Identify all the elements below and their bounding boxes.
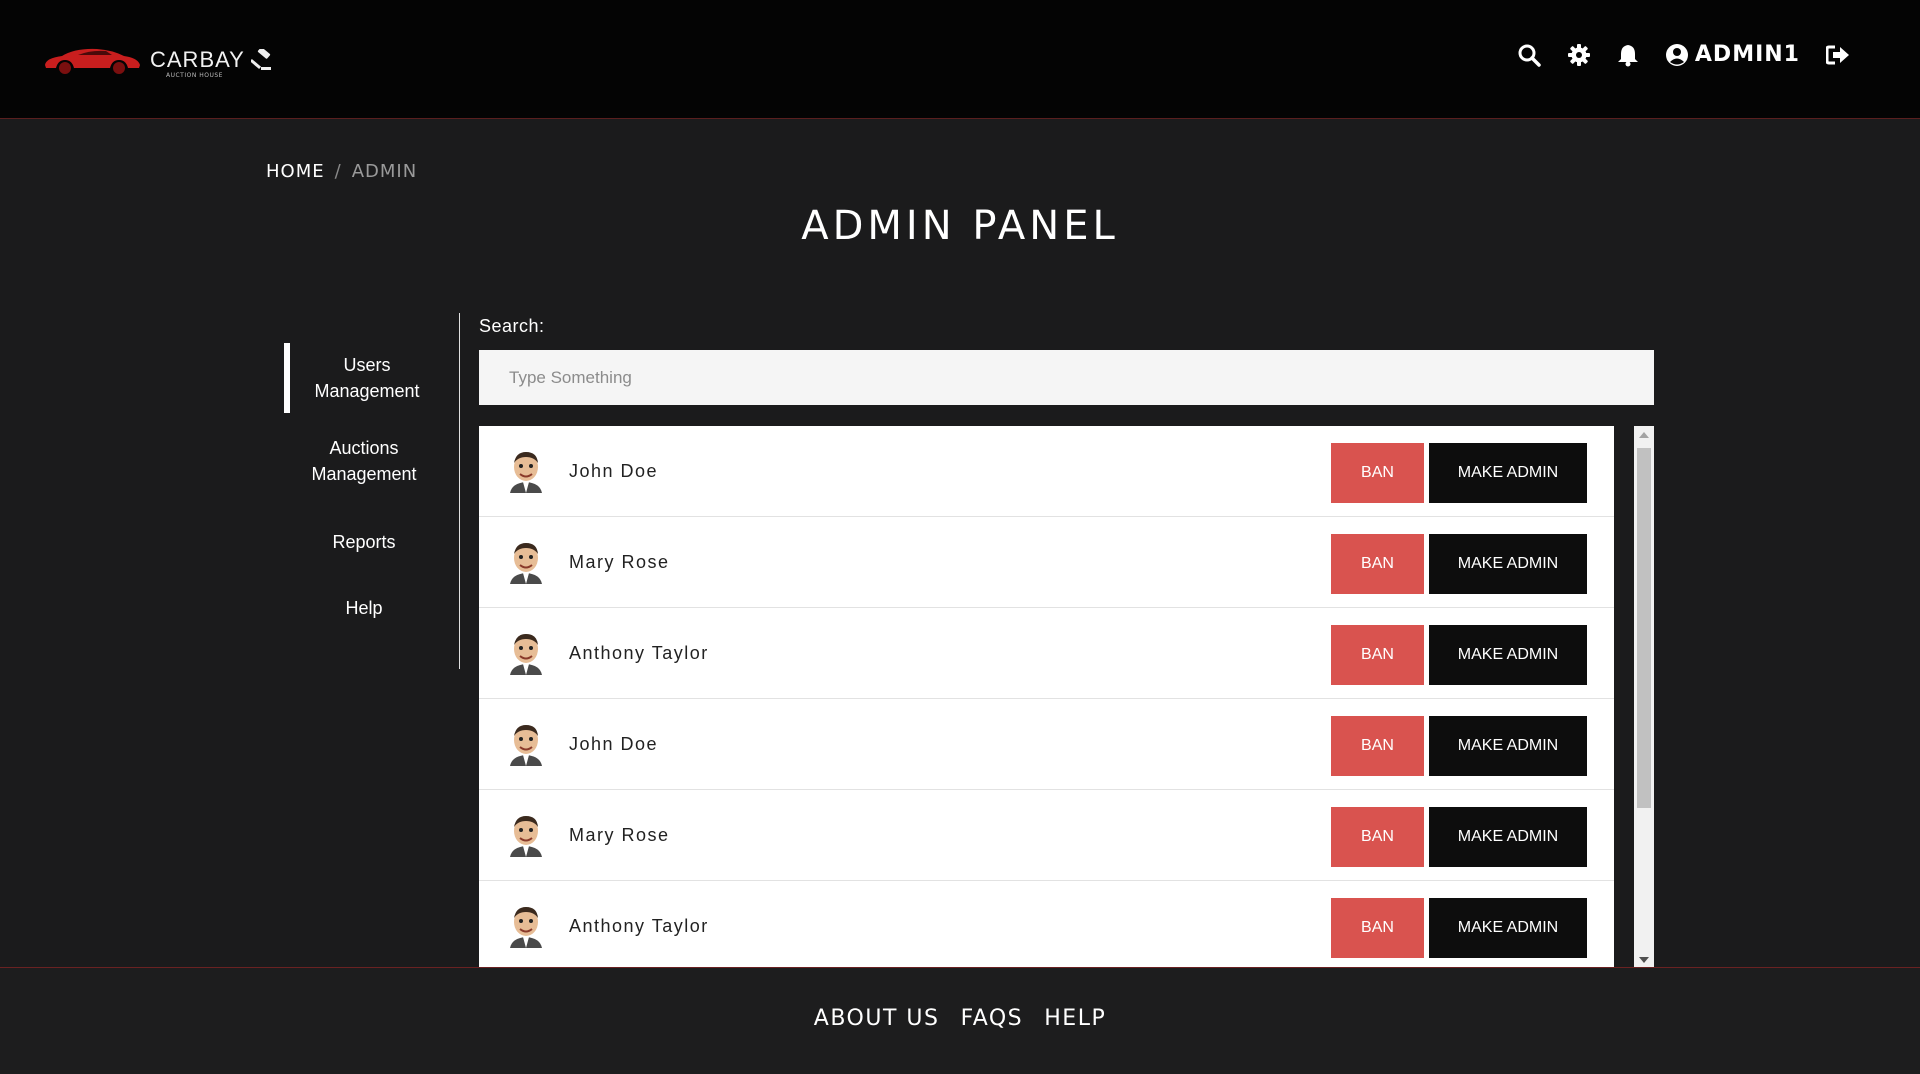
search-icon[interactable]	[1517, 43, 1541, 67]
ban-button[interactable]: BAN	[1331, 807, 1424, 867]
sidebar-item-users-management[interactable]: Users Management	[284, 343, 444, 413]
footer-link-faqs[interactable]: FAQS	[961, 1006, 1024, 1031]
brand-logo[interactable]: CARBAY AUCTION HOUSE	[42, 40, 273, 80]
user-name: John Doe	[569, 734, 659, 754]
user-name: John Doe	[569, 461, 659, 481]
user-row: Anthony Taylor BAN MAKE ADMIN	[479, 608, 1614, 699]
search-label: Search:	[479, 316, 545, 336]
brand-name: CARBAY	[150, 47, 245, 72]
footer-link-about-us[interactable]: ABOUT US	[814, 1006, 940, 1031]
sign-out-icon[interactable]	[1826, 44, 1850, 66]
avatar	[504, 813, 548, 857]
ban-button[interactable]: BAN	[1331, 625, 1424, 685]
ban-button[interactable]: BAN	[1331, 898, 1424, 958]
breadcrumb-separator: /	[334, 161, 342, 182]
avatar	[504, 449, 548, 493]
scroll-down-arrow-icon[interactable]	[1639, 957, 1649, 963]
make-admin-button[interactable]: MAKE ADMIN	[1429, 716, 1587, 776]
footer-link-help[interactable]: HELP	[1044, 1006, 1106, 1031]
brand-tagline: AUCTION HOUSE	[166, 72, 223, 79]
bell-icon[interactable]	[1617, 43, 1639, 67]
footer: ABOUT US FAQS HELP	[0, 967, 1920, 1074]
user-list: John Doe BAN MAKE ADMIN Mary Rose BAN MAKE A…	[479, 426, 1614, 967]
page-title: ADMIN PANEL	[801, 203, 1119, 249]
brand-wordmark: CARBAY AUCTION HOUSE	[150, 47, 245, 79]
user-row: Mary Rose BAN MAKE ADMIN	[479, 517, 1614, 608]
user-name: Mary Rose	[569, 825, 670, 845]
user-name: Anthony Taylor	[569, 916, 709, 936]
user-name: Anthony Taylor	[569, 643, 709, 663]
footer-links: ABOUT US FAQS HELP	[0, 1006, 1920, 1031]
avatar	[504, 722, 548, 766]
car-logo-icon	[45, 48, 140, 74]
gear-icon[interactable]	[1567, 43, 1591, 67]
user-row: Anthony Taylor BAN MAKE ADMIN	[479, 881, 1614, 967]
user-row: Mary Rose BAN MAKE ADMIN	[479, 790, 1614, 881]
ban-button[interactable]: BAN	[1331, 716, 1424, 776]
make-admin-button[interactable]: MAKE ADMIN	[1429, 898, 1587, 958]
username-label: ADMIN1	[1694, 42, 1800, 67]
make-admin-button[interactable]: MAKE ADMIN	[1429, 534, 1587, 594]
sidebar-item-reports[interactable]: Reports	[284, 529, 444, 555]
breadcrumb-current: ADMIN	[351, 161, 418, 182]
user-circle-icon	[1665, 43, 1688, 66]
user-list-scrollbar[interactable]	[1634, 426, 1654, 967]
scrollbar-thumb[interactable]	[1637, 448, 1651, 808]
sidebar-item-help[interactable]: Help	[284, 595, 444, 621]
breadcrumb-home[interactable]: HOME	[266, 161, 325, 182]
ban-button[interactable]: BAN	[1331, 443, 1424, 503]
sidebar-item-auctions-management[interactable]: Auctions Management	[284, 435, 444, 487]
ban-button[interactable]: BAN	[1331, 534, 1424, 594]
make-admin-button[interactable]: MAKE ADMIN	[1429, 625, 1587, 685]
top-navbar: CARBAY AUCTION HOUSE ADMIN1	[0, 0, 1920, 119]
admin-sidebar: Users Management Auctions Management Rep…	[284, 313, 460, 669]
user-name: Mary Rose	[569, 552, 670, 572]
scroll-up-arrow-icon[interactable]	[1639, 432, 1649, 438]
make-admin-button[interactable]: MAKE ADMIN	[1429, 807, 1587, 867]
make-admin-button[interactable]: MAKE ADMIN	[1429, 443, 1587, 503]
user-row: John Doe BAN MAKE ADMIN	[479, 426, 1614, 517]
search-input[interactable]	[479, 350, 1654, 405]
avatar	[504, 904, 548, 948]
avatar	[504, 540, 548, 584]
gavel-icon	[250, 49, 271, 70]
user-menu[interactable]: ADMIN1	[1665, 42, 1800, 67]
avatar	[504, 631, 548, 675]
header-actions: ADMIN1	[1517, 42, 1850, 67]
user-row: John Doe BAN MAKE ADMIN	[479, 699, 1614, 790]
breadcrumb: HOME / ADMIN	[266, 161, 417, 182]
